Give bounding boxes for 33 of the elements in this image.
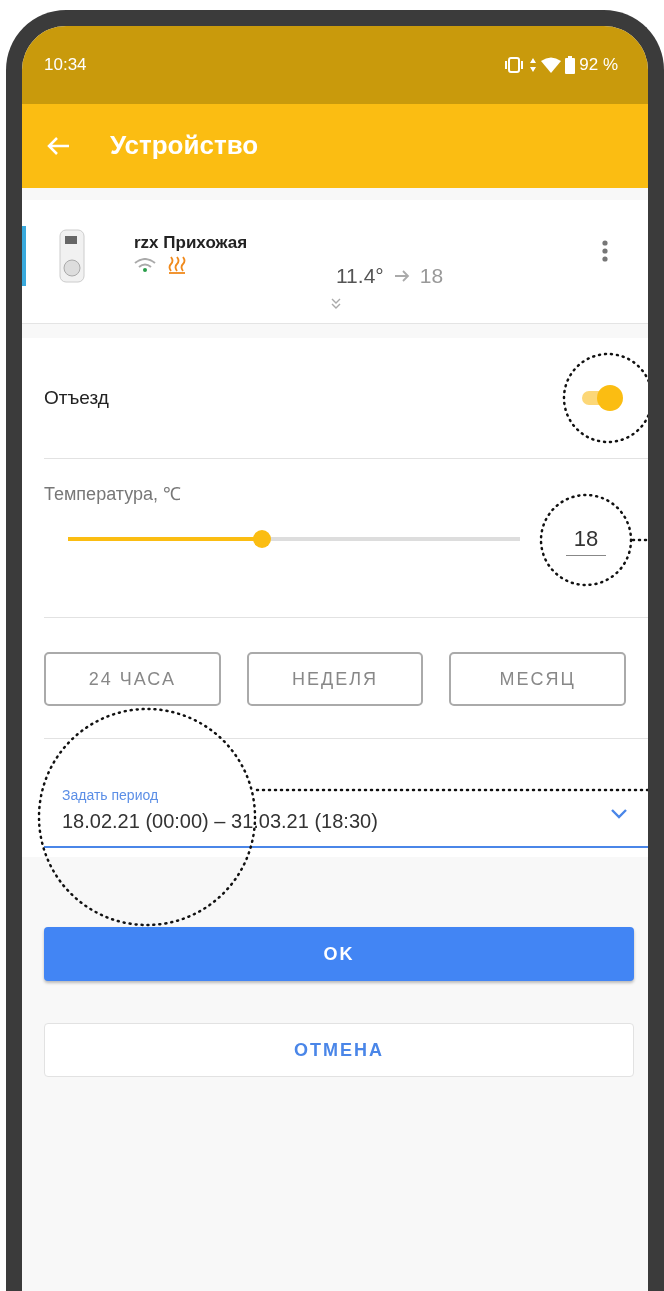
slider-thumb[interactable] bbox=[253, 530, 272, 548]
ok-button[interactable]: OK bbox=[44, 927, 634, 981]
temperature-label: Температура, ℃ bbox=[44, 483, 183, 506]
field-value: 18.02.21 (00:00) – 31.03.21 (18:30) bbox=[62, 809, 378, 834]
field-label: Задать период bbox=[62, 786, 160, 805]
thermostat-plug-icon bbox=[58, 228, 86, 284]
more-menu-icon[interactable] bbox=[602, 240, 608, 262]
battery-percent: 92 % bbox=[579, 54, 618, 77]
expand-chevron-icon[interactable] bbox=[330, 298, 342, 310]
card-accent bbox=[22, 226, 26, 286]
period-button[interactable]: 24 ЧАСА bbox=[44, 652, 221, 706]
period-field[interactable]: Задать период 18.02.21 (00:00) – 31.03.21 (18:30) bbox=[22, 739, 648, 857]
cancel-button[interactable]: ОТМЕНА bbox=[44, 1023, 634, 1077]
current-temperature: 11.4° bbox=[336, 263, 384, 289]
data-arrows-icon bbox=[529, 57, 538, 73]
heating-icon bbox=[168, 256, 186, 274]
temperature-value-field[interactable]: 18 bbox=[566, 522, 606, 556]
target-temperature: 18 bbox=[419, 263, 444, 289]
status-time: 10:34 bbox=[44, 54, 87, 77]
period-button[interactable]: МЕСЯЦ bbox=[449, 652, 626, 706]
period-button[interactable]: НЕДЕЛЯ bbox=[246, 652, 424, 706]
wifi-icon bbox=[541, 57, 562, 73]
wifi-signal-icon bbox=[134, 258, 156, 272]
leader-line bbox=[631, 538, 648, 542]
back-arrow-icon[interactable] bbox=[46, 136, 70, 156]
away-label: Отъезд bbox=[44, 385, 109, 410]
dropdown-chevron-icon[interactable] bbox=[610, 808, 628, 820]
screen-title: Устройство bbox=[110, 130, 259, 162]
device-name: rzx Прихожая bbox=[134, 232, 248, 254]
right-arrow-icon bbox=[393, 268, 410, 283]
battery-icon bbox=[565, 56, 576, 74]
device-card[interactable]: rzx Прихожая 11.4° 18 bbox=[22, 200, 648, 324]
vibrate-icon bbox=[503, 57, 526, 73]
